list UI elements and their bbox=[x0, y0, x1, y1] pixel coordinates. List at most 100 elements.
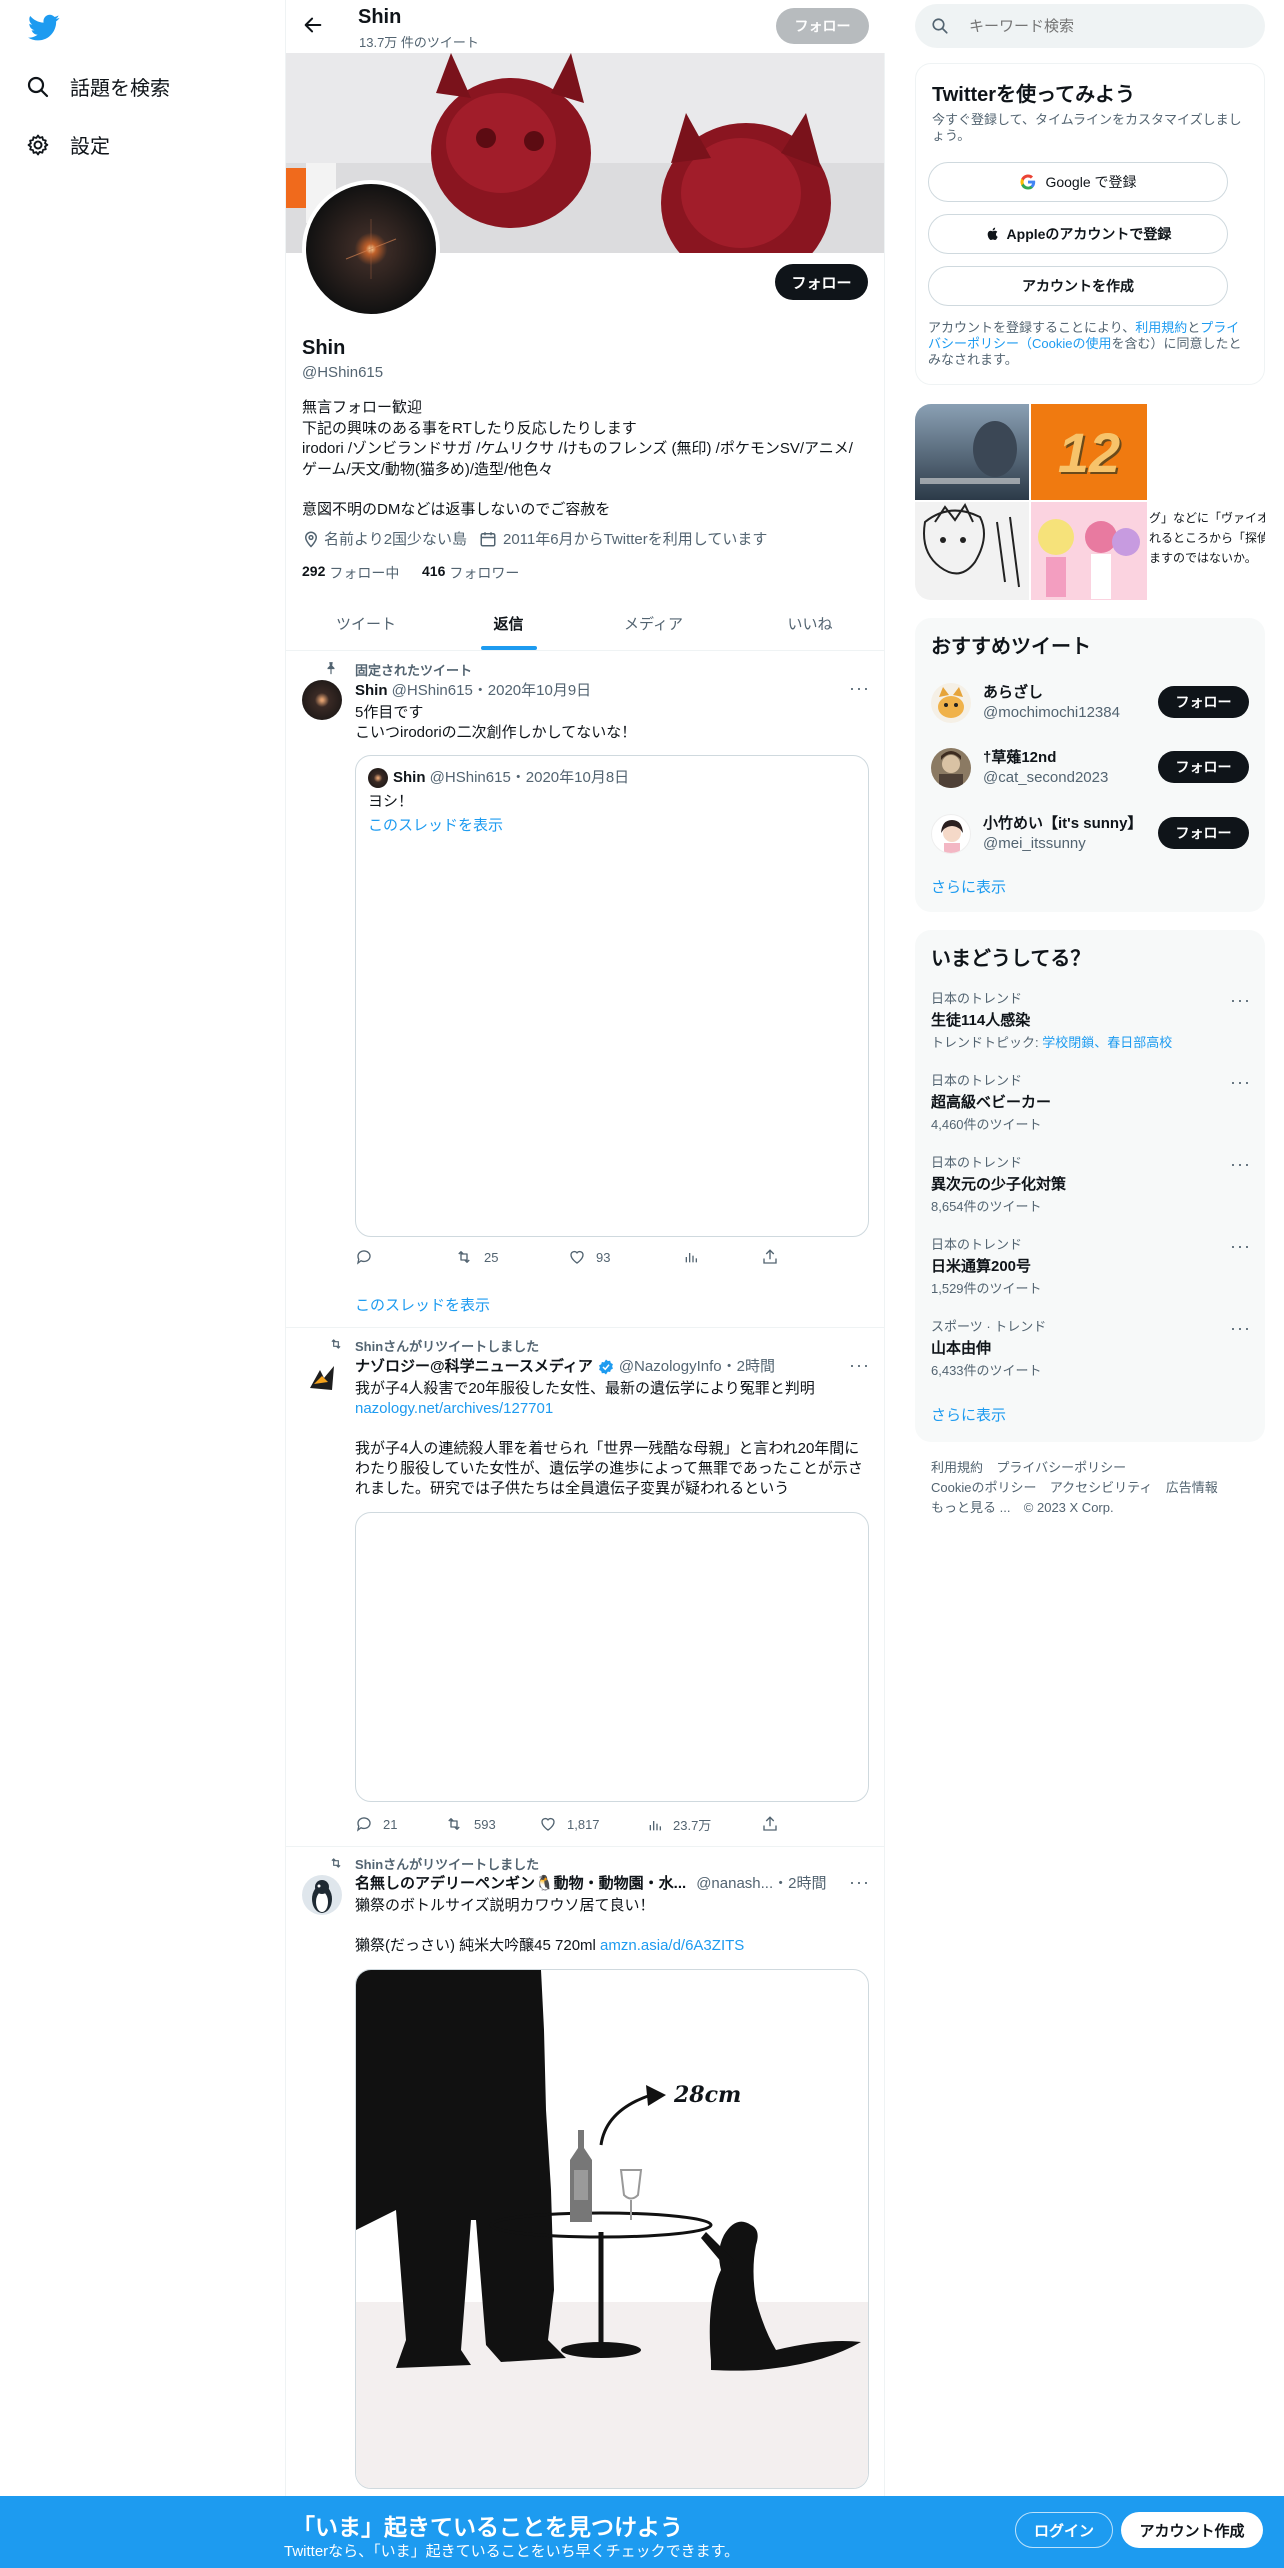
follow-button[interactable]: フォロー bbox=[1158, 751, 1249, 783]
footer-privacy[interactable]: プライバシーポリシー bbox=[996, 1460, 1126, 1475]
footer-terms[interactable]: 利用規約 bbox=[931, 1460, 983, 1475]
tweet-meta[interactable]: @HShin615・2020年10月9日 bbox=[392, 682, 592, 699]
tweet-meta[interactable]: @NazologyInfo・2時間 bbox=[619, 1357, 775, 1377]
more-icon[interactable]: ··· bbox=[849, 1872, 870, 1893]
signup-button[interactable]: アカウント作成 bbox=[1121, 2512, 1263, 2548]
follow-button[interactable]: フォロー bbox=[1158, 686, 1249, 718]
link-card[interactable] bbox=[355, 1512, 869, 1802]
trend-item[interactable]: 日本のトレンド 生徒114人感染 トレンドトピック: 学校閉鎖、春日部高校 bbox=[931, 988, 1249, 1051]
recommended-user[interactable]: 小竹めい【it's sunny】 @mei_itssunny フォロー bbox=[915, 804, 1265, 868]
location-text: 名前より2国少ない島 bbox=[324, 531, 468, 548]
search-box[interactable] bbox=[915, 4, 1265, 48]
trend-item[interactable]: 日本のトレンド 超高級ベビーカー 4,460件のツイート bbox=[931, 1070, 1249, 1133]
tweet-author[interactable]: 名無しのアデリーペンギン🐧動物・動物園・水... bbox=[355, 1874, 686, 1894]
tweet-link[interactable]: amzn.asia/d/6A3ZITS bbox=[600, 1937, 744, 1954]
more-icon[interactable]: ··· bbox=[1230, 1072, 1251, 1093]
tweet-author[interactable]: ナゾロジー@科学ニュースメディア bbox=[355, 1357, 593, 1377]
recommended-show-more[interactable]: さらに表示 bbox=[931, 876, 1006, 897]
views-button[interactable]: 23.7万 bbox=[647, 1815, 711, 1834]
retweet-icon bbox=[444, 1815, 464, 1833]
following-link[interactable]: 292 フォロー中 bbox=[302, 563, 399, 583]
trends-show-more[interactable]: さらに表示 bbox=[931, 1404, 1006, 1425]
tab-replies[interactable]: 返信 bbox=[446, 596, 571, 650]
more-icon[interactable]: ··· bbox=[1230, 1154, 1251, 1175]
signup-terms: アカウントを登録することにより、利用規約とプライバシーポリシー（Cookieの使… bbox=[928, 320, 1246, 368]
media-tile-text[interactable]: グ」などに「ヴァイオ れるところから「探偵 ますのではないか。 bbox=[1149, 502, 1265, 600]
trend-topic-link[interactable]: 学校閉鎖、春日部高校 bbox=[1042, 1035, 1172, 1050]
tab-likes[interactable]: いいね bbox=[736, 596, 884, 650]
tweet-pinned[interactable]: 固定されたツイート Shin @HShin615・2020年10月9日 ··· … bbox=[286, 651, 884, 1327]
terms-link[interactable]: 利用規約 bbox=[1135, 320, 1187, 335]
media-tile[interactable] bbox=[1031, 502, 1147, 600]
more-icon[interactable]: ··· bbox=[849, 1355, 870, 1376]
tweet-link[interactable]: nazology.net/archives/127701 bbox=[355, 1399, 870, 1419]
header-follow-button[interactable]: フォロー bbox=[776, 8, 869, 44]
tweet-avatar[interactable] bbox=[302, 1875, 342, 1915]
followers-link[interactable]: 416 フォロワー bbox=[422, 563, 519, 583]
user-handle: @cat_second2023 bbox=[983, 769, 1109, 786]
create-account-button[interactable]: アカウントを作成 bbox=[928, 266, 1228, 306]
footer-more[interactable]: もっと見る ... bbox=[931, 1500, 1010, 1515]
tweet-retweet-penguin[interactable]: Shinさんがリツイートしました 名無しのアデリーペンギン🐧動物・動物園・水..… bbox=[286, 1847, 884, 2496]
signup-panel: Twitterを使ってみよう 今すぐ登録して、タイムラインをカスタマイズしましょ… bbox=[915, 63, 1265, 385]
footer-ads[interactable]: 広告情報 bbox=[1166, 1480, 1218, 1495]
back-arrow-icon[interactable] bbox=[302, 14, 324, 36]
nav-settings[interactable]: 設定 bbox=[26, 130, 110, 159]
more-icon[interactable]: ··· bbox=[1230, 990, 1251, 1011]
tweet-image[interactable]: 28cm bbox=[355, 1969, 869, 2489]
more-icon[interactable]: ··· bbox=[849, 678, 870, 699]
apple-signup-button[interactable]: Appleのアカウントで登録 bbox=[928, 214, 1228, 254]
trend-item[interactable]: 日本のトレンド 日米通算200号 1,529件のツイート bbox=[931, 1234, 1249, 1297]
footer-accessibility[interactable]: アクセシビリティ bbox=[1050, 1480, 1153, 1495]
tweet-retweet-nazology[interactable]: Shinさんがリツイートしました ナゾロジー@科学ニュースメディア @Nazol… bbox=[286, 1328, 884, 1846]
signup-title: Twitterを使ってみよう bbox=[932, 84, 1136, 106]
share-button[interactable] bbox=[761, 1815, 779, 1833]
tweet-avatar[interactable] bbox=[302, 680, 342, 720]
retweet-button[interactable]: 25 bbox=[454, 1248, 498, 1266]
reply-button[interactable] bbox=[355, 1248, 373, 1266]
followers-count: 416 bbox=[422, 563, 446, 579]
tweet-avatar[interactable] bbox=[302, 1358, 342, 1398]
analytics-icon bbox=[647, 1816, 663, 1834]
follow-button[interactable]: フォロー bbox=[1158, 817, 1249, 849]
like-button[interactable]: 1,817 bbox=[539, 1815, 600, 1833]
tweet-meta[interactable]: @nanash...・2時間 bbox=[696, 1874, 826, 1894]
footer-cookie[interactable]: Cookieのポリシー bbox=[931, 1480, 1036, 1495]
share-button[interactable] bbox=[761, 1248, 779, 1266]
like-button[interactable]: 93 bbox=[568, 1248, 610, 1266]
nav-explore[interactable]: 話題を検索 bbox=[26, 72, 170, 101]
recommended-user[interactable]: †草薙12nd @cat_second2023 フォロー bbox=[915, 738, 1265, 802]
trend-item[interactable]: スポーツ · トレンド 山本由伸 6,433件のツイート bbox=[931, 1316, 1249, 1379]
retweet-count: 25 bbox=[484, 1249, 499, 1265]
cookie-link[interactable]: Cookieの使用 bbox=[1032, 336, 1111, 351]
media-tile[interactable] bbox=[1149, 404, 1265, 500]
recommended-user[interactable]: あらざし @mochimochi12384 フォロー bbox=[915, 673, 1265, 737]
media-tile[interactable]: 12 bbox=[1031, 404, 1147, 500]
more-icon[interactable]: ··· bbox=[1230, 1318, 1251, 1339]
retweet-button[interactable]: 593 bbox=[444, 1815, 496, 1833]
login-button[interactable]: ログイン bbox=[1015, 2512, 1113, 2548]
search-input[interactable] bbox=[969, 17, 1229, 35]
trend-item[interactable]: 日本のトレンド 異次元の少子化対策 8,654件のツイート bbox=[931, 1152, 1249, 1215]
quote-show-thread-link[interactable]: このスレッドを表示 bbox=[368, 816, 503, 836]
google-signup-button[interactable]: Google で登録 bbox=[928, 162, 1228, 202]
tweet-author[interactable]: Shin bbox=[355, 682, 388, 699]
retweet-context-icon bbox=[328, 1856, 344, 1870]
tweet-body-line: わたり服役していた女性が、遺伝学の進歩によって無罪であったことが示さ bbox=[355, 1460, 863, 1477]
media-tile[interactable] bbox=[915, 404, 1029, 500]
tab-tweets[interactable]: ツイート bbox=[286, 596, 446, 650]
tab-media[interactable]: メディア bbox=[571, 596, 736, 650]
media-tile[interactable] bbox=[915, 502, 1029, 600]
twitter-logo-icon[interactable] bbox=[28, 14, 60, 42]
reply-button[interactable]: 21 bbox=[355, 1815, 397, 1833]
profile-follow-button[interactable]: フォロー bbox=[775, 264, 868, 300]
calendar-icon bbox=[479, 530, 497, 548]
quote-tweet-card[interactable]: Shin @HShin615・2020年10月8日 ヨシ！ このスレッドを表示 bbox=[355, 755, 869, 1237]
more-icon[interactable]: ··· bbox=[1230, 1236, 1251, 1257]
views-button[interactable] bbox=[683, 1248, 699, 1266]
profile-avatar[interactable] bbox=[302, 180, 440, 318]
show-thread-link[interactable]: このスレッドを表示 bbox=[355, 1294, 490, 1315]
search-icon bbox=[931, 17, 949, 35]
gear-icon bbox=[26, 133, 50, 157]
signup-subtitle: 今すぐ登録して、タイムラインをカスタマイズしましょう。 bbox=[932, 112, 1242, 143]
